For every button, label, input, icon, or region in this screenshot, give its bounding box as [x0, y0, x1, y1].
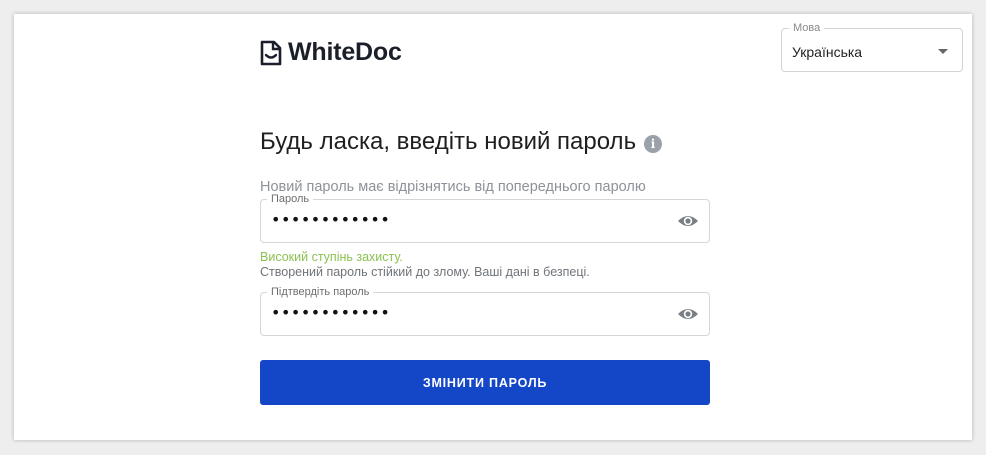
strength-level: Високий ступінь захисту.: [260, 250, 403, 264]
brand-logo: WhiteDoc: [260, 38, 402, 67]
password-label: Пароль: [267, 193, 314, 205]
strength-description: Створений пароль стійкий до злому. Ваші …: [260, 265, 590, 279]
confirm-password-input[interactable]: [271, 303, 651, 322]
brand-name: WhiteDoc: [288, 38, 402, 66]
language-select[interactable]: Мова Українська: [781, 22, 963, 72]
confirm-password-label: Підтвердіть пароль: [267, 286, 374, 298]
page-title: Будь ласка, введіть новий пароль i: [260, 128, 663, 156]
info-icon[interactable]: i: [644, 134, 663, 153]
chevron-down-icon: [938, 49, 948, 54]
language-label: Мова: [789, 22, 825, 34]
page-title-text: Будь ласка, введіть новий пароль: [260, 128, 637, 155]
language-value: Українська: [792, 44, 863, 60]
eye-icon[interactable]: [677, 212, 699, 230]
password-field[interactable]: Пароль: [260, 193, 710, 243]
eye-icon[interactable]: [677, 305, 699, 323]
confirm-password-field[interactable]: Підтвердіть пароль: [260, 286, 710, 336]
login-card: WhiteDoc Мова Українська Будь ласка, вве…: [14, 14, 972, 440]
change-password-button[interactable]: ЗМІНИТИ ПАРОЛЬ: [260, 360, 710, 405]
password-input[interactable]: [271, 210, 651, 229]
document-icon: [260, 40, 282, 66]
form-subtitle: Новий пароль має відрізнятись від попере…: [260, 179, 646, 195]
